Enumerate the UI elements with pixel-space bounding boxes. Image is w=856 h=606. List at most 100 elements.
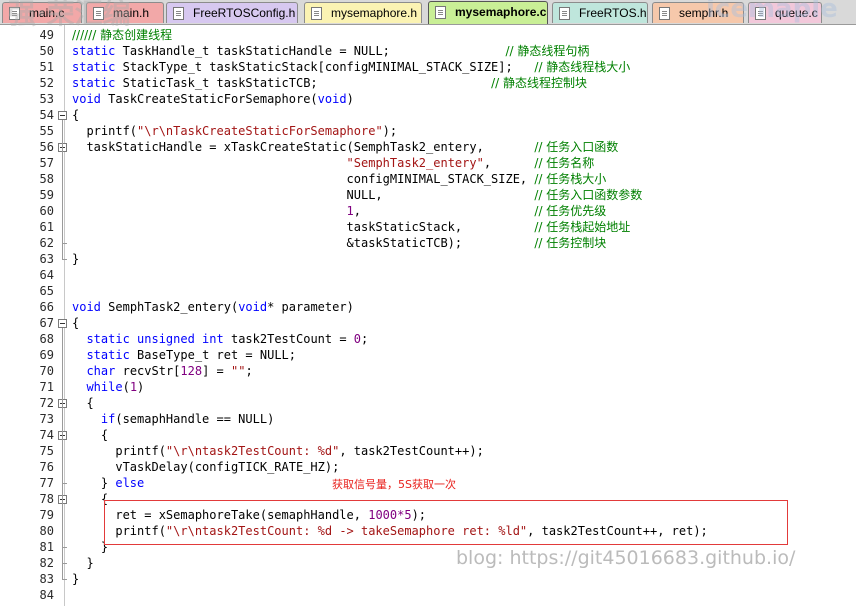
code-text: static unsigned int task2TestCount = 0; (72, 331, 368, 347)
code-comment: // 任务栈起始地址 (534, 220, 631, 234)
line-number: 61 (39, 220, 54, 234)
code-token: NULL, (72, 188, 535, 202)
line-number: 77 (39, 476, 54, 490)
tab-label: mysemaphore.c (455, 5, 547, 19)
line-number: 64 (39, 268, 54, 282)
line-number: 55 (39, 124, 54, 138)
code-text: "SemphTask2_entery", // 任务名称 (72, 155, 595, 171)
line-number: 56 (39, 140, 54, 154)
code-comment: // 任务优先级 (534, 204, 607, 218)
code-token: configMINIMAL_STACK_SIZE, (72, 172, 535, 186)
code-text: taskStaticHandle = xTaskCreateStatic(Sem… (72, 139, 618, 155)
code-text: while(1) (72, 379, 144, 395)
file-icon (311, 7, 322, 20)
code-comment: // 任务名称 (534, 156, 595, 170)
code-line: 70 char recvStr[128] = ""; (0, 363, 856, 379)
code-line: 61 taskStaticStack, // 任务栈起始地址 (0, 219, 856, 235)
code-line: 58 configMINIMAL_STACK_SIZE, // 任务栈大小 (0, 171, 856, 187)
fold-end-marker (62, 259, 67, 260)
code-line: 56 taskStaticHandle = xTaskCreateStatic(… (0, 139, 856, 155)
code-text: 1, // 任务优先级 (72, 203, 607, 219)
code-text: } (72, 555, 93, 571)
code-text: } else (72, 475, 144, 491)
file-icon (173, 7, 184, 20)
code-token: ] = (202, 364, 231, 378)
code-token: { (72, 316, 80, 330)
line-number: 68 (39, 332, 54, 346)
code-line: 54 { (0, 107, 856, 123)
fold-toggle-icon[interactable] (58, 111, 67, 120)
code-keyword: void (238, 300, 268, 314)
code-line: 63} (0, 251, 856, 267)
code-keyword: else (115, 476, 145, 490)
code-token: vTaskDelay(configTICK_RATE_HZ); (72, 460, 340, 474)
line-number: 78 (39, 492, 54, 506)
code-token: } (72, 572, 80, 586)
fold-toggle-icon[interactable] (58, 319, 67, 328)
line-number: 70 (39, 364, 54, 378)
code-keyword: void (72, 300, 101, 314)
code-text: { (72, 315, 79, 331)
code-text: configMINIMAL_STACK_SIZE, // 任务栈大小 (72, 171, 607, 187)
watermark-right: icemaple (706, 0, 838, 24)
code-line: 72 { (0, 395, 856, 411)
code-keyword: void (317, 92, 347, 106)
line-number: 66 (39, 300, 54, 314)
code-token: } (72, 540, 109, 554)
code-keyword: static (72, 76, 116, 90)
code-text: char recvStr[128] = ""; (72, 363, 252, 379)
code-line: 73 if(semaphHandle == NULL) (0, 411, 856, 427)
fold-guide (62, 504, 63, 547)
tab-freertosconfig-h[interactable]: FreeRTOSConfig.h (166, 2, 298, 23)
code-text: } (72, 571, 79, 587)
code-line: 60 1, // 任务优先级 (0, 203, 856, 219)
line-number: 83 (39, 572, 54, 586)
code-line: 76 vTaskDelay(configTICK_RATE_HZ); (0, 459, 856, 475)
code-number: 0 (353, 332, 362, 346)
code-token: } (72, 252, 80, 266)
code-token: TaskHandle_t taskStaticHandle = NULL; (122, 44, 506, 58)
line-number: 72 (39, 396, 54, 410)
code-string: "\r\nTaskCreateStaticForSemaphore" (137, 124, 383, 138)
code-text: { (72, 395, 93, 411)
code-line: 50 static TaskHandle_t taskStaticHandle =… (0, 43, 856, 59)
code-string: "" (230, 364, 246, 378)
code-line: 52 static StaticTask_t taskStaticTCB; // … (0, 75, 856, 91)
code-token: ) (346, 92, 354, 106)
code-text: taskStaticStack, // 任务栈起始地址 (72, 219, 631, 235)
code-text: NULL, // 任务入口函数参数 (72, 187, 643, 203)
tab-mysemaphore-h[interactable]: mysemaphore.h (304, 2, 422, 23)
code-text: printf("\r\ntask2TestCount: %d", task2Te… (72, 443, 483, 459)
line-number: 75 (39, 444, 54, 458)
code-token: ; (361, 332, 369, 346)
code-number: 1 (129, 380, 138, 394)
code-text: } (72, 539, 108, 555)
code-text: static BaseType_t ret = NULL; (72, 347, 296, 363)
line-number: 57 (39, 156, 54, 170)
code-token: { (72, 108, 80, 122)
code-line: 74 { (0, 427, 856, 443)
code-string: "\r\ntask2TestCount: %d" (165, 444, 340, 458)
line-number: 52 (39, 76, 54, 90)
watermark-blog: blog: https://git45016683.github.io/ (456, 547, 796, 569)
code-editor[interactable]: 49////// 静态创建线程 50 static TaskHandle_t tas… (0, 25, 856, 606)
code-token: (semaphHandle == NULL) (115, 412, 275, 426)
code-token: { (72, 492, 109, 506)
code-text: { (72, 491, 108, 507)
code-token: printf( (72, 124, 138, 138)
line-number: 67 (39, 316, 54, 330)
tab-mysemaphore-c[interactable]: mysemaphore.c (428, 1, 548, 24)
tab-freertos-h[interactable]: FreeRTOS.h (552, 2, 648, 23)
file-icon (559, 7, 570, 20)
code-text: { (72, 427, 108, 443)
code-token: * parameter) (267, 300, 354, 314)
code-comment: // 静态线程栈大小 (534, 60, 631, 74)
code-line: 59 NULL, // 任务入口函数参数 (0, 187, 856, 203)
code-token: ); (382, 124, 398, 138)
code-line: 68 static unsigned int task2TestCount = … (0, 331, 856, 347)
code-token: BaseType_t ret = NULL; (137, 348, 296, 362)
